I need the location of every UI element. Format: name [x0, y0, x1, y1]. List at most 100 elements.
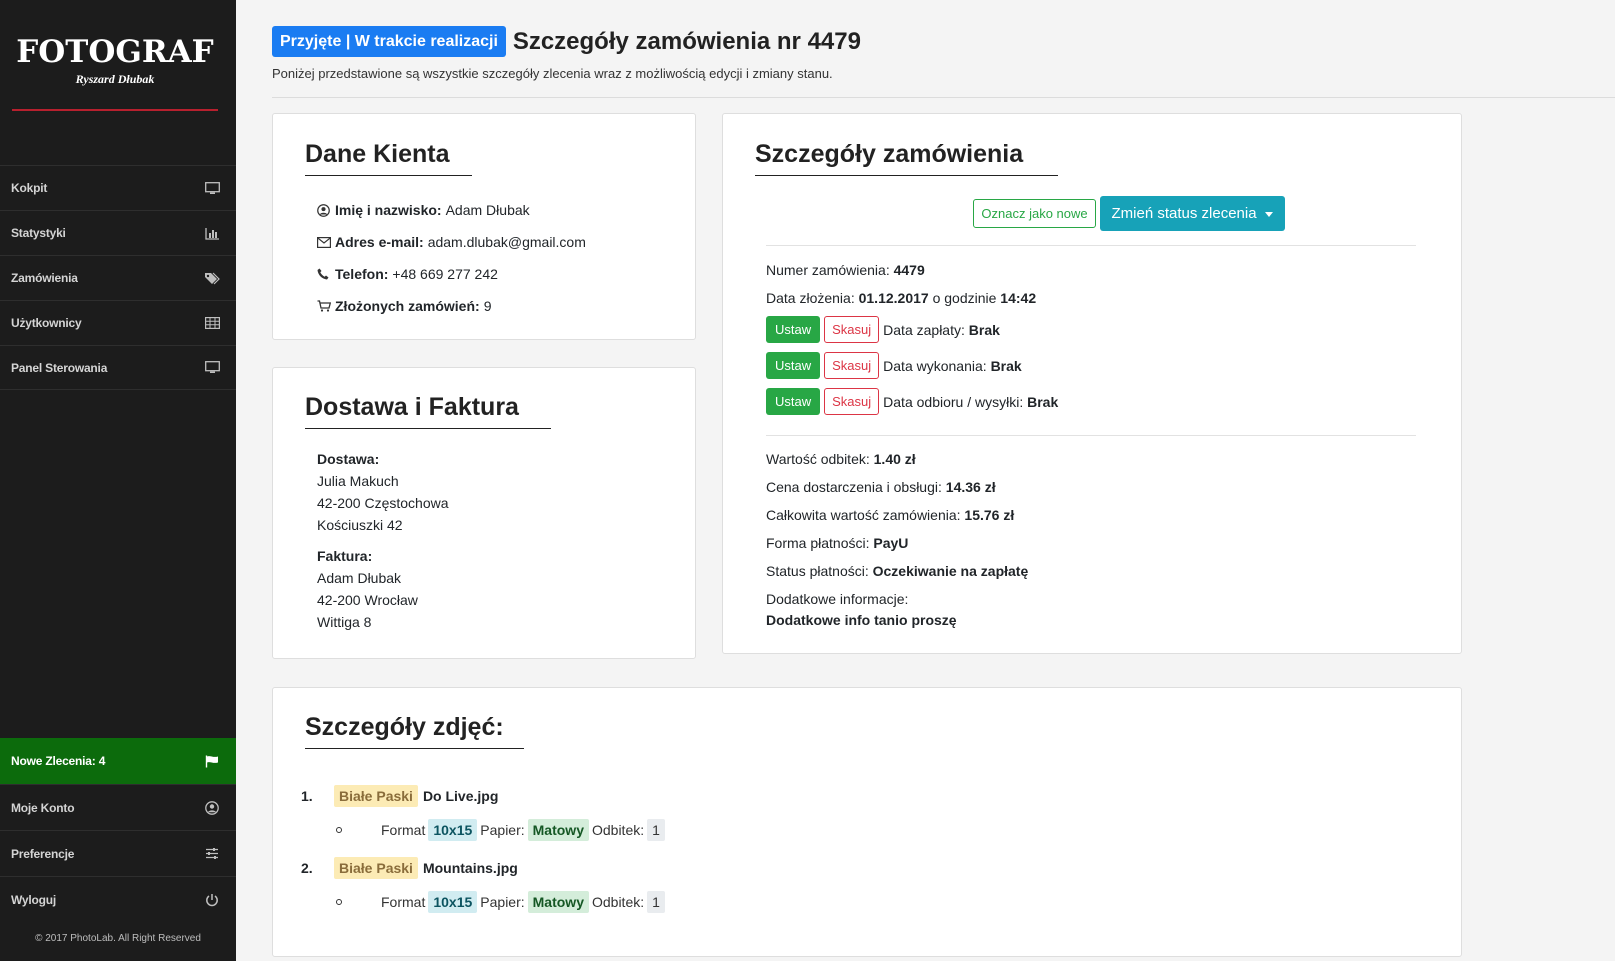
sidebar-item-kokpit[interactable]: Kokpit: [0, 165, 236, 210]
order-date-label: Data złożenia:: [766, 290, 855, 306]
delivery-label: Dostawa:: [317, 451, 380, 467]
format-value: 10x15: [428, 891, 478, 913]
set-pickup-date-button[interactable]: Ustaw: [766, 388, 821, 415]
photo-options: Format 10x15 Papier: Matowy Odbitek: 1: [381, 891, 665, 913]
sidebar-item-label: Moje Konto: [11, 800, 75, 815]
completion-date-value: Brak: [990, 357, 1022, 374]
client-email-label: Adres e-mail:: [335, 234, 424, 250]
order-date: 01.12.2017: [858, 290, 929, 306]
format-label: Format: [381, 894, 426, 910]
payment-form-value: PayU: [873, 535, 909, 551]
pickup-date-row: Ustaw Skasuj Data odbioru / wysyłki: Bra…: [766, 388, 1058, 415]
card-title: Szczegóły zdjęć:: [305, 713, 524, 749]
client-orders-row: Złożonych zamówień: 9: [317, 298, 586, 330]
order-number-row: Numer zamówienia: 4479: [766, 262, 925, 278]
table-icon: [204, 316, 220, 330]
payment-form-row: Forma płatności: PayU: [766, 535, 908, 551]
shipping-value: 14.36 zł: [945, 479, 996, 495]
mark-as-new-button[interactable]: Oznacz jako nowe: [973, 199, 1096, 228]
brand-logo[interactable]: FOTOGRAF Ryszard Dłubak: [12, 34, 218, 111]
invoice-label: Faktura:: [317, 548, 373, 564]
flag-icon: [204, 754, 220, 768]
prints-value: 1.40 zł: [873, 451, 916, 467]
monitor-icon: [204, 361, 220, 375]
photo-filename[interactable]: Mountains.jpg: [423, 860, 518, 876]
change-status-label: Zmień status zlecenia: [1111, 205, 1257, 222]
sidebar-item-preferences[interactable]: Preferencje: [0, 830, 236, 876]
payment-form-label: Forma płatności:: [766, 535, 870, 551]
address-line: Kościuszki 42: [317, 517, 403, 533]
sidebar-item-label: Statystyki: [11, 226, 66, 240]
address-line: Julia Makuch: [317, 473, 399, 489]
bullet: [336, 827, 342, 833]
sidebar-item-label: Panel Sterowania: [11, 360, 108, 375]
client-phone: +48 669 277 242: [392, 266, 498, 282]
card-title: Dane Kienta: [305, 140, 472, 176]
sidebar-item-label: Kokpit: [11, 181, 48, 195]
order-time: 14:42: [1000, 290, 1037, 306]
sidebar-nav: Kokpit Statystyki Zamówienia Użytkownicy…: [0, 165, 236, 390]
client-email[interactable]: adam.dlubak@gmail.com: [428, 234, 586, 250]
copies-value: 1: [647, 891, 665, 913]
order-number-label: Numer zamówienia:: [766, 262, 890, 278]
sidebar-item-uzytkownicy[interactable]: Użytkownicy: [0, 300, 236, 345]
status-badge: Przyjęte | W trakcie realizacji: [272, 26, 506, 57]
pickup-date-label: Data odbioru / wysyłki:: [883, 393, 1024, 410]
order-date-row: Data złożenia: 01.12.2017 o godzinie 14:…: [766, 290, 1036, 306]
order-number: 4479: [893, 262, 925, 278]
bar-chart-icon: [204, 226, 220, 240]
envelope-icon: [317, 234, 335, 251]
total-label: Całkowita wartość zamówienia:: [766, 507, 961, 523]
sliders-icon: [204, 847, 220, 861]
sidebar-item-label: Preferencje: [11, 846, 75, 861]
paper-value: Matowy: [527, 819, 589, 841]
sidebar-item-statystyki[interactable]: Statystyki: [0, 210, 236, 255]
pickup-date-value: Brak: [1027, 393, 1059, 410]
copies-value: 1: [647, 819, 665, 841]
address-line: Wittiga 8: [317, 614, 372, 630]
delivery-address: Dostawa: Julia Makuch 42-200 Częstochowa…: [317, 448, 449, 536]
photos-card: Szczegóły zdjęć: 1. Białe Paski Do Live.…: [272, 687, 1462, 957]
change-status-dropdown[interactable]: Zmień status zlecenia: [1099, 196, 1285, 231]
sidebar-item-label: Wyloguj: [11, 892, 57, 907]
sidebar-item-logout[interactable]: Wyloguj: [0, 876, 236, 922]
clear-pickup-date-button[interactable]: Skasuj: [824, 388, 880, 415]
completion-date-label: Data wykonania:: [883, 357, 987, 374]
sidebar-item-panel-sterowania[interactable]: Panel Sterowania: [0, 345, 236, 390]
client-name-row: Imię i nazwisko: Adam Dłubak: [317, 202, 586, 234]
payment-date-value: Brak: [968, 321, 1000, 338]
set-completion-date-button[interactable]: Ustaw: [766, 352, 821, 379]
paper-label: Papier:: [480, 894, 525, 910]
sidebar-item-new-orders[interactable]: Nowe Zlecenia: 4: [0, 738, 236, 784]
clear-payment-date-button[interactable]: Skasuj: [824, 316, 880, 343]
clear-completion-date-button[interactable]: Skasuj: [824, 352, 880, 379]
brand-tagline: Ryszard Dłubak: [75, 72, 155, 86]
page-header: Przyjęte | W trakcie realizacji Szczegół…: [272, 26, 861, 57]
logo-divider: [12, 109, 218, 111]
extra-info-label: Dodatkowe informacje:: [766, 591, 909, 607]
sidebar-item-zamowienia[interactable]: Zamówienia: [0, 255, 236, 300]
payment-date-row: Ustaw Skasuj Data zapłaty: Brak: [766, 316, 1000, 343]
sidebar-item-my-account[interactable]: Moje Konto: [0, 784, 236, 830]
order-date-connector: o godzinie: [932, 290, 997, 306]
completion-date-row: Ustaw Skasuj Data wykonania: Brak: [766, 352, 1022, 379]
divider: [766, 245, 1416, 246]
caret-down-icon: [1264, 211, 1273, 217]
power-icon: [204, 893, 220, 907]
set-payment-date-button[interactable]: Ustaw: [766, 316, 821, 343]
format-value: 10x15: [428, 819, 478, 841]
client-orders-count: 9: [483, 298, 492, 314]
prints-value-label: Wartość odbitek:: [766, 451, 870, 467]
payment-date-label: Data zapłaty:: [883, 321, 965, 338]
order-card: Szczegóły zamówienia Oznacz jako nowe Zm…: [722, 113, 1462, 654]
client-details: Imię i nazwisko: Adam Dłubak Adres e-mai…: [317, 202, 586, 330]
copyright-text: © 2017 PhotoLab. All Right Reserved: [35, 933, 201, 944]
photo-filename[interactable]: Do Live.jpg: [423, 788, 498, 804]
card-title: Szczegóły zamówienia: [755, 140, 1058, 176]
shipping-label: Cena dostarczenia i obsługi:: [766, 479, 942, 495]
item-number: 2.: [301, 860, 313, 876]
cart-icon: [317, 298, 335, 315]
address-line: 42-200 Wrocław: [317, 592, 418, 608]
monitor-icon: [204, 181, 220, 195]
shipping-row: Cena dostarczenia i obsługi: 14.36 zł: [766, 479, 996, 495]
